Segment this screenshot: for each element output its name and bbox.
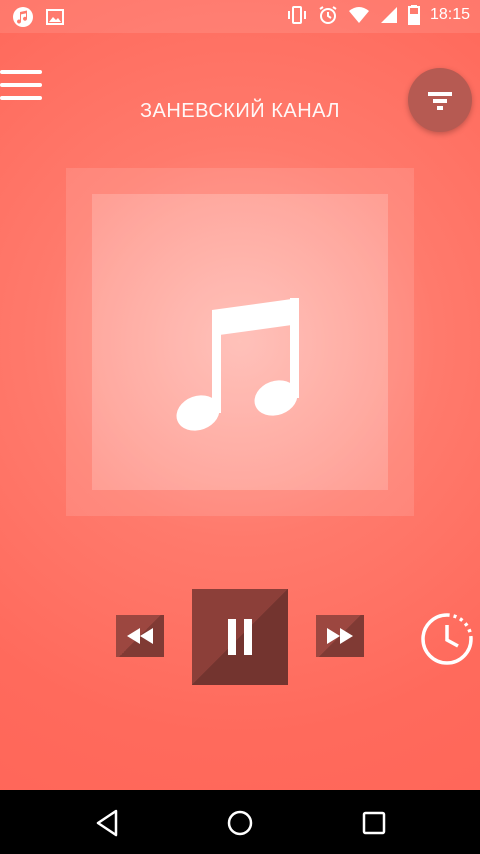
status-time: 18:15 [429,6,470,23]
status-bar: 18:15 [0,0,480,33]
battery-icon [407,5,420,25]
home-circle-icon[interactable] [226,808,256,838]
forward-button[interactable] [316,615,364,657]
pause-button[interactable] [192,589,288,685]
image-icon [46,9,64,25]
filter-button[interactable] [408,68,472,132]
alarm-icon [318,5,338,25]
recents-square-icon[interactable] [360,808,390,838]
music-note-icon [12,6,34,28]
signal-icon [380,6,398,24]
wifi-icon [348,6,370,24]
vibrate-icon [286,5,308,25]
rewind-button[interactable] [116,615,164,657]
back-triangle-icon[interactable] [94,808,124,838]
timer-icon [418,613,476,672]
album-art-frame [66,168,414,516]
album-art [92,194,388,490]
sleep-timer-button[interactable] [418,610,476,668]
navigation-bar [0,790,480,854]
